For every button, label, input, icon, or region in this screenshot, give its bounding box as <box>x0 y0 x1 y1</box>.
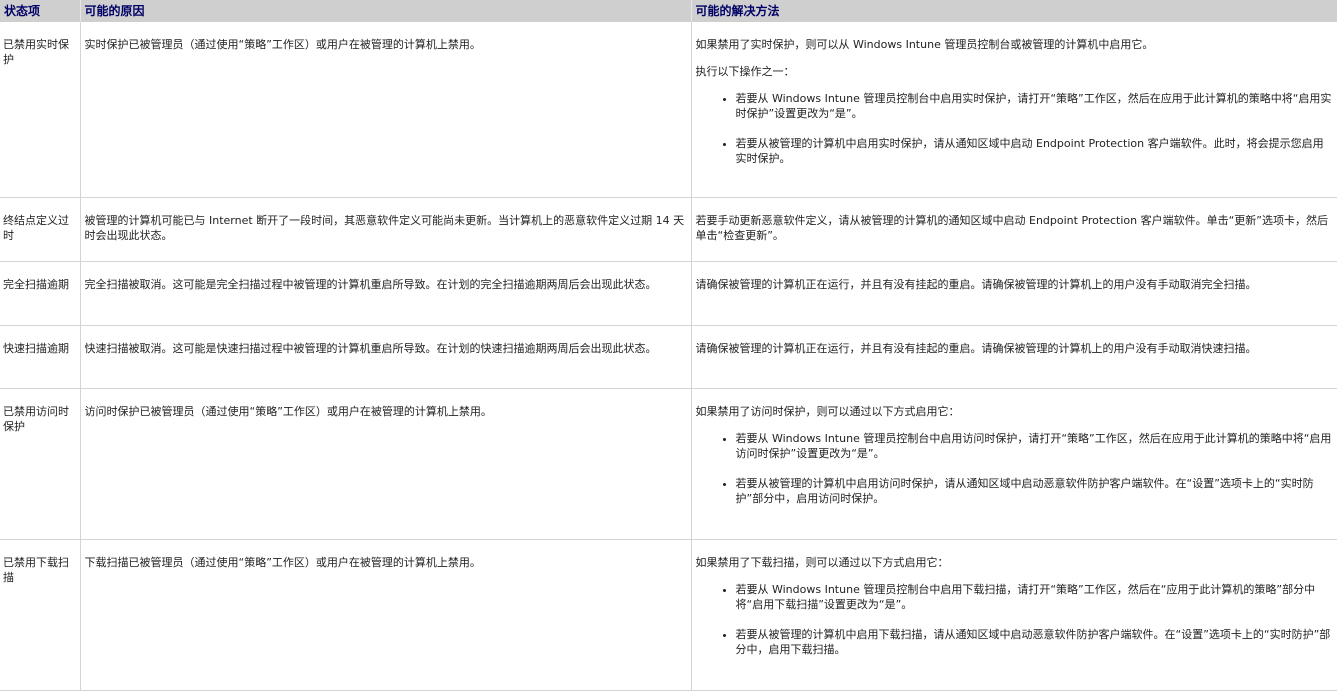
status-cell: 已禁用实时保护 <box>0 22 81 198</box>
solution-cell: 若要手动更新恶意软件定义，请从被管理的计算机的通知区域中启动 Endpoint … <box>691 197 1337 262</box>
status-troubleshooting-table: 状态项 可能的原因 可能的解决方法 已禁用实时保护 实时保护已被管理员（通过使用… <box>0 0 1337 691</box>
solution-step: 若要从被管理的计算机中启用访问时保护，请从通知区域中启动恶意软件防护客户端软件。… <box>736 476 1333 506</box>
status-cell: 终结点定义过时 <box>0 197 81 262</box>
status-cell: 快速扫描逾期 <box>0 325 81 389</box>
solution-intro: 若要手动更新恶意软件定义，请从被管理的计算机的通知区域中启动 Endpoint … <box>695 214 1329 242</box>
cause-cell: 完全扫描被取消。这可能是完全扫描过程中被管理的计算机重启所导致。在计划的完全扫描… <box>80 261 692 326</box>
table-row: 已禁用下载扫描 下载扫描已被管理员（通过使用“策略”工作区）或用户在被管理的计算… <box>0 539 1337 691</box>
cause-cell: 实时保护已被管理员（通过使用“策略”工作区）或用户在被管理的计算机上禁用。 <box>80 22 692 198</box>
solution-intro: 如果禁用了实时保护，则可以从 Windows Intune 管理员控制台或被管理… <box>695 38 1154 51</box>
status-cell: 完全扫描逾期 <box>0 261 81 326</box>
header-status-item: 状态项 <box>0 0 81 22</box>
header-possible-solution: 可能的解决方法 <box>691 0 1337 22</box>
status-cell: 已禁用下载扫描 <box>0 539 81 691</box>
table-row: 终结点定义过时 被管理的计算机可能已与 Internet 断开了一段时间，其恶意… <box>0 197 1337 262</box>
solution-cell: 请确保被管理的计算机正在运行，并且有没有挂起的重启。请确保被管理的计算机上的用户… <box>691 261 1337 326</box>
solution-step: 若要从被管理的计算机中启用下载扫描，请从通知区域中启动恶意软件防护客户端软件。在… <box>736 627 1333 657</box>
solution-list: 若要从 Windows Intune 管理员控制台中启用下载扫描，请打开“策略”… <box>696 582 1333 657</box>
table-row: 快速扫描逾期 快速扫描被取消。这可能是快速扫描过程中被管理的计算机重启所导致。在… <box>0 325 1337 389</box>
solution-cell: 请确保被管理的计算机正在运行，并且有没有挂起的重启。请确保被管理的计算机上的用户… <box>691 325 1337 389</box>
solution-list: 若要从 Windows Intune 管理员控制台中启用实时保护，请打开“策略”… <box>696 91 1333 166</box>
solution-list: 若要从 Windows Intune 管理员控制台中启用访问时保护，请打开“策略… <box>696 431 1333 506</box>
table-row: 已禁用实时保护 实时保护已被管理员（通过使用“策略”工作区）或用户在被管理的计算… <box>0 22 1337 198</box>
solution-intro: 请确保被管理的计算机正在运行，并且有没有挂起的重启。请确保被管理的计算机上的用户… <box>695 278 1257 291</box>
header-possible-cause: 可能的原因 <box>80 0 692 22</box>
solution-step: 若要从 Windows Intune 管理员控制台中启用实时保护，请打开“策略”… <box>736 91 1333 121</box>
solution-intro: 请确保被管理的计算机正在运行，并且有没有挂起的重启。请确保被管理的计算机上的用户… <box>695 342 1257 355</box>
solution-cell: 如果禁用了下载扫描，则可以通过以下方式启用它： 若要从 Windows Intu… <box>691 539 1337 691</box>
solution-intro: 如果禁用了下载扫描，则可以通过以下方式启用它： <box>695 556 949 569</box>
solution-step: 若要从被管理的计算机中启用实时保护，请从通知区域中启动 Endpoint Pro… <box>736 136 1333 166</box>
cause-cell: 被管理的计算机可能已与 Internet 断开了一段时间，其恶意软件定义可能尚未… <box>80 197 692 262</box>
solution-lead: 执行以下操作之一： <box>695 65 795 78</box>
solution-step: 若要从 Windows Intune 管理员控制台中启用下载扫描，请打开“策略”… <box>736 582 1333 612</box>
table-header-row: 状态项 可能的原因 可能的解决方法 <box>0 0 1337 22</box>
cause-cell: 快速扫描被取消。这可能是快速扫描过程中被管理的计算机重启所导致。在计划的快速扫描… <box>80 325 692 389</box>
table-row: 已禁用访问时保护 访问时保护已被管理员（通过使用“策略”工作区）或用户在被管理的… <box>0 388 1337 540</box>
table-row: 完全扫描逾期 完全扫描被取消。这可能是完全扫描过程中被管理的计算机重启所导致。在… <box>0 261 1337 326</box>
solution-intro: 如果禁用了访问时保护，则可以通过以下方式启用它： <box>695 405 960 418</box>
solution-cell: 如果禁用了实时保护，则可以从 Windows Intune 管理员控制台或被管理… <box>691 22 1337 198</box>
cause-cell: 下载扫描已被管理员（通过使用“策略”工作区）或用户在被管理的计算机上禁用。 <box>80 539 692 691</box>
solution-cell: 如果禁用了访问时保护，则可以通过以下方式启用它： 若要从 Windows Int… <box>691 388 1337 540</box>
solution-step: 若要从 Windows Intune 管理员控制台中启用访问时保护，请打开“策略… <box>736 431 1333 461</box>
status-cell: 已禁用访问时保护 <box>0 388 81 540</box>
cause-cell: 访问时保护已被管理员（通过使用“策略”工作区）或用户在被管理的计算机上禁用。 <box>80 388 692 540</box>
